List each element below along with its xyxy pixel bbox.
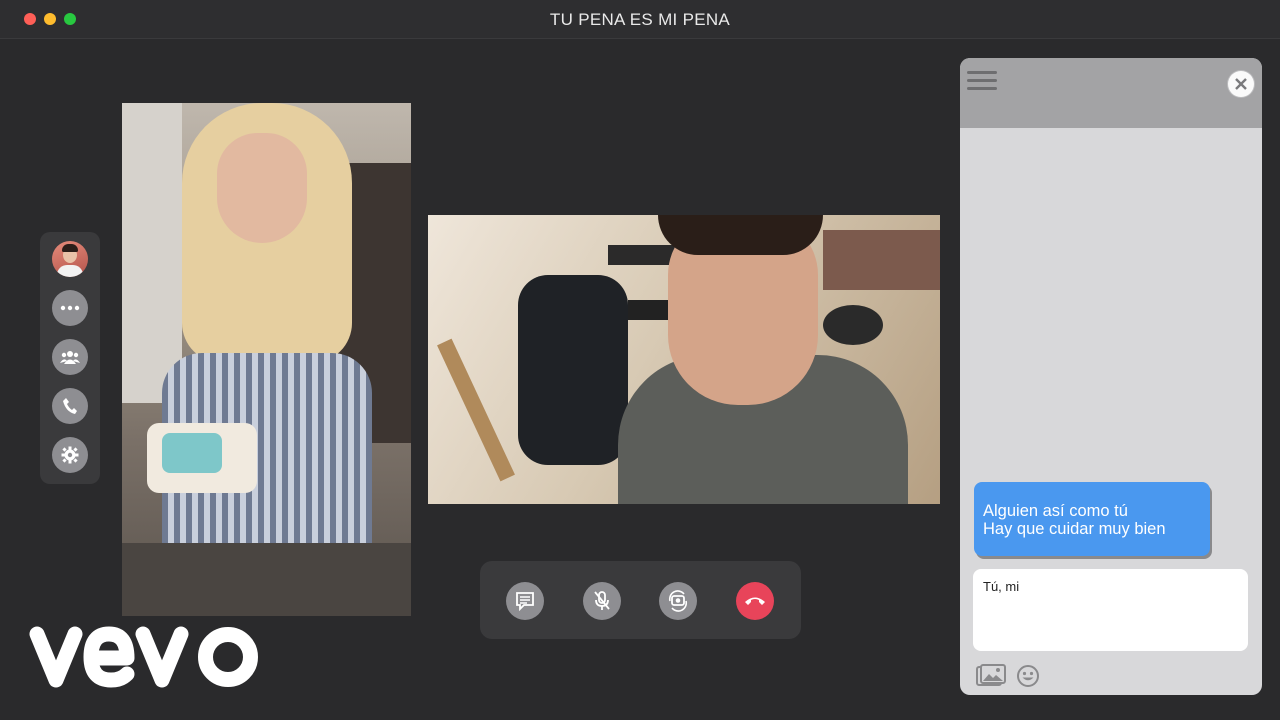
side-nav — [40, 232, 100, 484]
menu-icon[interactable] — [967, 71, 997, 93]
switch-camera-button[interactable] — [659, 582, 697, 620]
window-titlebar: TU PENA ES MI PENA — [0, 0, 1280, 39]
mic-off-icon — [594, 591, 610, 610]
message-compose-field[interactable]: Tú, mi — [973, 569, 1248, 651]
close-icon — [1235, 78, 1247, 90]
window-title: TU PENA ES MI PENA — [549, 10, 731, 29]
nav-settings-button[interactable] — [52, 437, 88, 473]
emoji-button[interactable] — [1016, 664, 1040, 693]
end-call-button[interactable] — [736, 582, 774, 620]
camera-rotate-icon — [668, 590, 688, 612]
image-icon — [976, 664, 1006, 686]
nav-more-button[interactable] — [52, 290, 88, 326]
nav-call-button[interactable] — [52, 388, 88, 424]
more-dots-icon — [60, 305, 80, 311]
message-line-2: Hay que cuidar muy bien — [983, 520, 1166, 538]
emoji-icon — [1017, 665, 1039, 687]
compose-text: Tú, mi — [983, 579, 1020, 594]
vevo-logo — [29, 626, 258, 688]
hang-up-icon — [745, 597, 765, 605]
phone-icon — [63, 398, 77, 414]
profile-avatar[interactable] — [52, 241, 88, 277]
group-icon — [60, 351, 80, 364]
chat-message-bubble: Alguien así como tú Hay que cuidar muy b… — [974, 482, 1210, 556]
video-feed-participant-2 — [428, 215, 940, 504]
video-feed-participant-1 — [122, 103, 411, 616]
mute-button[interactable] — [583, 582, 621, 620]
chat-close-button[interactable] — [1228, 71, 1254, 97]
message-line-1: Alguien así como tú — [983, 502, 1128, 520]
message-icon — [516, 592, 534, 611]
chat-panel: Alguien así como tú Hay que cuidar muy b… — [960, 58, 1262, 695]
call-control-bar — [480, 561, 801, 639]
chat-header — [960, 58, 1262, 128]
nav-contacts-button[interactable] — [52, 339, 88, 375]
chat-toggle-button[interactable] — [506, 582, 544, 620]
gear-icon — [61, 446, 79, 464]
attach-image-button[interactable] — [976, 664, 1006, 693]
